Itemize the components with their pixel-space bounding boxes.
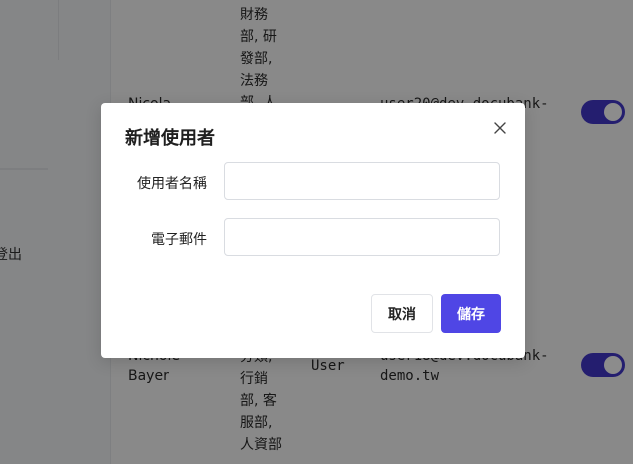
save-button[interactable]: 儲存 (441, 294, 501, 333)
cancel-button[interactable]: 取消 (371, 294, 433, 333)
email-input[interactable] (224, 218, 500, 256)
add-user-dialog: 新增使用者 使用者名稱 電子郵件 取消 儲存 (101, 103, 525, 358)
dialog-title: 新增使用者 (125, 128, 215, 149)
username-label: 使用者名稱 (137, 176, 207, 192)
close-button[interactable] (491, 119, 509, 137)
username-input[interactable] (224, 162, 500, 200)
email-label: 電子郵件 (151, 232, 207, 248)
close-icon (494, 122, 506, 134)
